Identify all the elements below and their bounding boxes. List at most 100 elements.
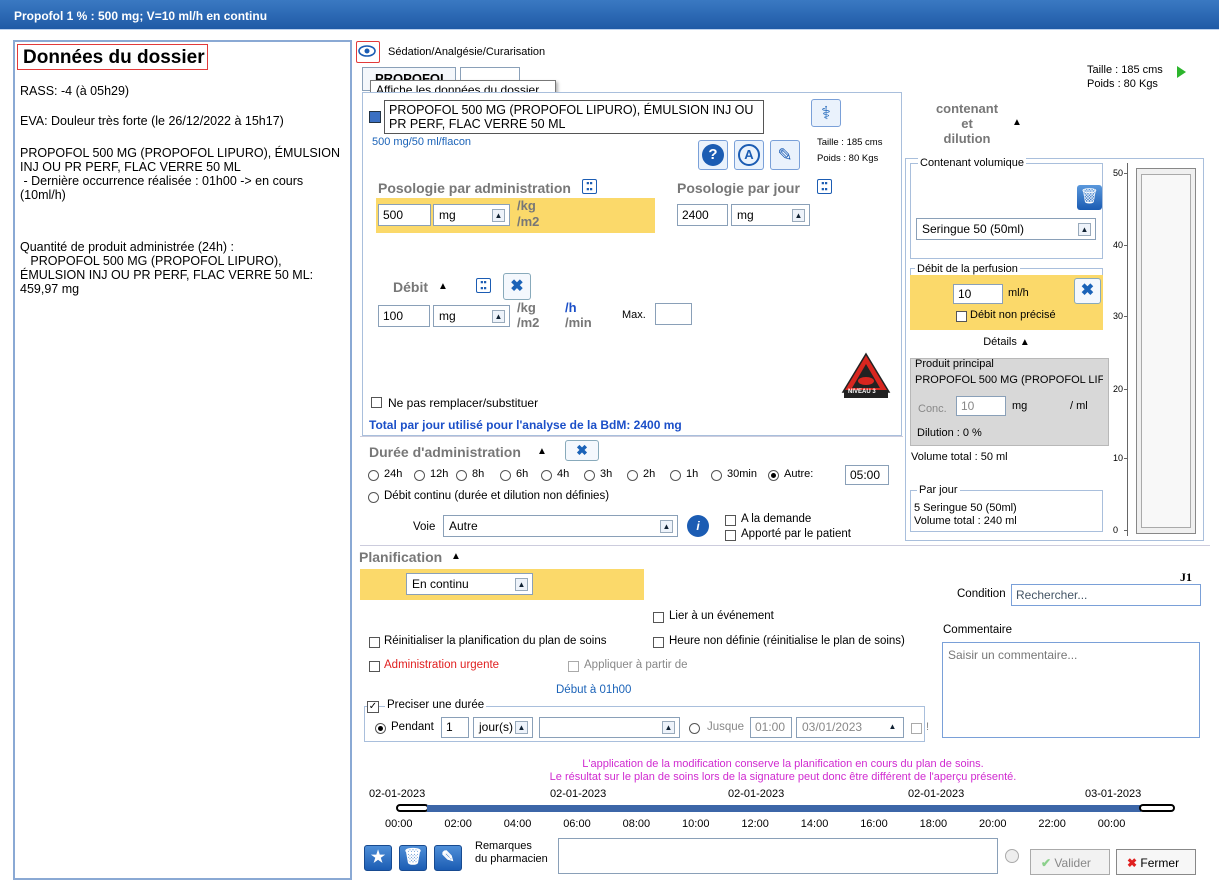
conc-input[interactable]: 10 (956, 396, 1006, 416)
appliquer-checkbox[interactable] (568, 661, 579, 672)
pendant-input[interactable]: 1 (441, 717, 469, 738)
timeline-start-handle[interactable] (396, 804, 429, 812)
debit-unit[interactable]: mg ▲ (433, 305, 510, 327)
duree-radio-1[interactable] (414, 470, 425, 481)
favorite-button[interactable]: ★ (364, 845, 392, 871)
duree-radio-3[interactable] (500, 470, 511, 481)
jusque-date[interactable]: 03/01/2023 ▲ (796, 717, 904, 738)
voie-select[interactable]: Autre ▲ (443, 515, 678, 537)
urgente-checkbox[interactable] (369, 661, 380, 672)
lier-evenement-checkbox[interactable] (653, 612, 664, 623)
debit-non-precise-checkbox[interactable] (956, 311, 967, 322)
contenant-toggle-icon[interactable]: ▲ (1012, 117, 1022, 128)
reinit-label: Réinitialiser la planification du plan d… (384, 635, 607, 647)
edit-footer-button[interactable]: ✎ (434, 845, 462, 871)
search-doc-button[interactable]: A (734, 140, 764, 170)
product-occurrence-text: PROPOFOL 500 MG (PROPOFOL LIPURO), ÉMULS… (20, 146, 340, 202)
calc-icon[interactable]: ▪▪ ▪▪ (476, 278, 491, 293)
max-label: Max. (622, 309, 646, 321)
help-button[interactable]: ? (698, 140, 728, 170)
pencil-icon: ✎ (777, 145, 793, 165)
duree-radio-8[interactable] (711, 470, 722, 481)
heure-non-definie-checkbox[interactable] (653, 637, 664, 648)
commentaire-input[interactable]: Saisir un commentaire... (942, 642, 1200, 738)
pendant-radio[interactable] (375, 723, 386, 734)
gauge-fill (1141, 174, 1191, 528)
info-icon[interactable]: i (687, 515, 709, 537)
contenant-select[interactable]: Seringue 50 (50ml) ▲ (916, 218, 1096, 240)
apporte-label: Apporté par le patient (741, 528, 851, 540)
product-name: PROPOFOL 500 MG (PROPOFOL LIPURO), ÉMULS… (384, 100, 764, 134)
substitution-label: Ne pas remplacer/substituer (388, 396, 539, 410)
autre-input[interactable]: 05:00 (845, 465, 889, 485)
jusque-radio[interactable] (689, 723, 700, 734)
a-la-demande-checkbox[interactable] (725, 515, 736, 526)
debit-perf-clear-button[interactable]: ✖ (1074, 278, 1101, 304)
continu-radio[interactable] (368, 492, 379, 503)
debit-toggle-icon[interactable]: ▲ (438, 281, 448, 292)
trash-icon: 🗑 (402, 849, 424, 866)
preciser-duree-checkbox[interactable]: ✓ (367, 701, 379, 713)
edit-button[interactable]: ✎ (770, 140, 800, 170)
duree-radio-5[interactable] (584, 470, 595, 481)
jusque-date-value: 03/01/2023 (802, 720, 863, 734)
search-icon: A (738, 144, 760, 166)
valider-button[interactable]: ✔ Valider (1030, 849, 1110, 875)
duree-toggle-icon[interactable]: ▲ (537, 446, 547, 457)
posologie-admin-input[interactable]: 500 (378, 204, 431, 226)
calc-icon[interactable]: ▪▪ ▪▪ (582, 179, 597, 194)
pendant-extra-select[interactable]: ▲ (539, 717, 680, 738)
reinit-checkbox[interactable] (369, 637, 380, 648)
product-concentration: 500 mg/50 ml/flacon (372, 136, 472, 148)
debit-clear-button[interactable]: ✖ (503, 273, 531, 300)
timeline-hour: 18:00 (919, 818, 948, 830)
duree-radio-4[interactable] (541, 470, 552, 481)
contenant-group (910, 163, 1103, 259)
jusque-checkbox[interactable] (911, 723, 922, 734)
duree-radio-9[interactable] (768, 470, 779, 481)
posologie-admin-unit[interactable]: mg ▲ (433, 204, 510, 226)
close-icon: ✖ (510, 278, 524, 295)
window-title: Propofol 1 % : 500 mg; V=10 ml/h en cont… (0, 0, 1219, 30)
duree-radio-0[interactable] (368, 470, 379, 481)
details-label: Détails (983, 336, 1017, 348)
timeline-hour: 20:00 (979, 818, 1007, 830)
details-toggle[interactable]: Détails ▲ (910, 333, 1103, 353)
posologie-jour-input[interactable]: 2400 (677, 204, 728, 226)
delete-button[interactable]: 🗑 (399, 845, 427, 871)
play-icon[interactable] (1177, 66, 1186, 78)
duree-radio-6[interactable] (627, 470, 638, 481)
timeline-hour: 10:00 (682, 818, 710, 830)
delete-contenant-button[interactable]: 🗑 (1077, 185, 1102, 210)
planif-mode-select[interactable]: En continu ▲ (406, 573, 533, 595)
apporte-checkbox[interactable] (725, 530, 736, 541)
eye-button[interactable] (356, 41, 380, 63)
jusque-time[interactable]: 01:00 (750, 717, 792, 738)
remarques-input[interactable] (558, 838, 998, 874)
caduceus-button[interactable]: ⚕ (811, 99, 841, 127)
timeline-end-handle[interactable] (1139, 804, 1175, 812)
timeline-hour: 22:00 (1038, 818, 1066, 830)
duree-radio-2[interactable] (456, 470, 467, 481)
calc-icon[interactable]: ▪▪ ▪▪ (817, 179, 832, 194)
duree-option-label: 3h (600, 468, 613, 480)
timeline-hour: 00:00 (385, 818, 413, 830)
substitution-checkbox[interactable] (371, 397, 382, 408)
debit-input[interactable]: 100 (378, 305, 430, 327)
duree-radio-7[interactable] (670, 470, 681, 481)
pendant-unit-select[interactable]: jour(s) ▲ (473, 717, 533, 738)
posologie-jour-unit[interactable]: mg ▲ (731, 204, 810, 226)
gauge-tick (1124, 458, 1128, 459)
fermer-button[interactable]: ✖ Fermer (1116, 849, 1196, 875)
gauge-tick (1124, 530, 1128, 531)
condition-input[interactable]: Rechercher... (1011, 584, 1201, 606)
planif-toggle-icon[interactable]: ▲ (451, 551, 461, 562)
debit-perf-unit: ml/h (1008, 287, 1029, 299)
debit-perf-input[interactable]: 10 (953, 284, 1003, 304)
debit-per-kg: /kg (517, 300, 536, 315)
j1-label: J1 (1180, 570, 1192, 584)
max-input[interactable] (655, 303, 692, 325)
edit-note-icon (369, 111, 381, 123)
timeline-date: 02-01-2023 (369, 788, 426, 800)
duree-clear-button[interactable]: ✖ (565, 440, 599, 461)
